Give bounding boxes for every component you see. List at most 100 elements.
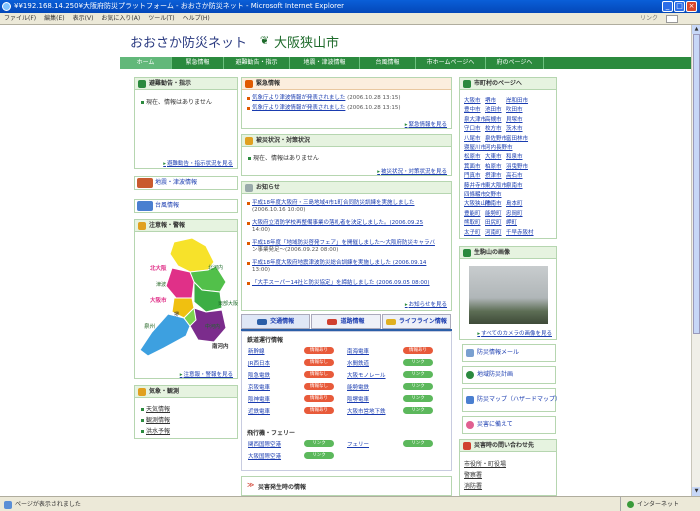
- quake-info-button[interactable]: 地震・津波情報: [134, 176, 238, 190]
- typhoon-info-button[interactable]: 台風情報: [134, 199, 238, 213]
- rail-status-badge[interactable]: 情報あり: [304, 407, 334, 414]
- city-link[interactable]: 門真市: [464, 171, 481, 179]
- evacuation-more-link[interactable]: 避難勧告・指示状況を見る: [163, 159, 233, 167]
- disaster-info-panel[interactable]: 災害発生時の情報 ≫: [241, 476, 452, 496]
- contact-link-office[interactable]: 市役所・町役場: [464, 459, 506, 468]
- menu-favorites[interactable]: お気に入り(A): [97, 13, 144, 25]
- air-link-badge[interactable]: リンク: [304, 440, 334, 447]
- map-region-senshu[interactable]: [139, 313, 191, 357]
- notice-item[interactable]: 平成18年度大阪府・三島地域4市1町合同防災訓練を実施しました (2006.10.…: [247, 200, 415, 214]
- city-link[interactable]: 枚方市: [485, 124, 502, 132]
- city-link[interactable]: 柏原市: [485, 162, 502, 170]
- rail-status-badge[interactable]: 情報なし: [304, 371, 334, 378]
- rail-status-badge[interactable]: リンク: [403, 359, 433, 366]
- city-link[interactable]: 大東市: [485, 152, 502, 160]
- contact-link-police[interactable]: 警察署: [464, 470, 482, 479]
- city-link[interactable]: 岬町: [506, 218, 517, 226]
- city-link[interactable]: 千早赤阪村: [506, 228, 534, 236]
- rail-line-name[interactable]: JR西日本: [248, 359, 270, 367]
- city-link[interactable]: 能勢町: [485, 209, 502, 217]
- city-link[interactable]: 泉佐野市: [485, 134, 507, 142]
- contact-link-fire[interactable]: 消防署: [464, 481, 482, 490]
- city-link[interactable]: 島本町: [506, 199, 523, 207]
- menu-tools[interactable]: ツール(T): [144, 13, 178, 25]
- weather-link-forecast[interactable]: 天気情報: [141, 404, 170, 413]
- rail-line-name[interactable]: 能勢電鉄: [347, 383, 369, 391]
- rail-line-name[interactable]: 近鉄電車: [248, 407, 270, 415]
- city-link[interactable]: 富田林市: [506, 134, 528, 142]
- vertical-scrollbar[interactable]: ▲ ▼: [691, 25, 700, 496]
- rail-status-badge[interactable]: 情報あり: [304, 347, 334, 354]
- hazard-map-button[interactable]: 防災マップ（ハザードマップ）: [462, 388, 561, 412]
- nav-city-home[interactable]: 市ホームページへ: [416, 57, 486, 69]
- warning-more-link[interactable]: 注意報・警報を見る: [180, 370, 233, 378]
- regional-plan-button[interactable]: 地域防災計画: [462, 366, 556, 384]
- tab-lifeline[interactable]: ライフライン情報: [381, 314, 451, 329]
- rail-status-badge[interactable]: リンク: [403, 395, 433, 402]
- city-link[interactable]: 摂津市: [485, 171, 502, 179]
- city-link[interactable]: 高槻市: [485, 115, 502, 123]
- city-link[interactable]: 藤井寺市: [464, 181, 486, 189]
- rail-line-name[interactable]: 南海電車: [347, 347, 369, 355]
- city-link[interactable]: 東大阪市: [485, 181, 507, 189]
- rail-line-name[interactable]: 水間鉄道: [347, 359, 369, 367]
- menu-help[interactable]: ヘルプ(H): [179, 13, 214, 25]
- tab-transport[interactable]: 交通情報: [241, 314, 311, 329]
- rail-line-name[interactable]: 大阪市営地下鉄: [347, 407, 386, 415]
- city-link[interactable]: 堺市: [485, 96, 496, 104]
- damage-more-link[interactable]: 被災状況・対策状況を見る: [377, 167, 447, 175]
- prepare-button[interactable]: 災害に備えて: [462, 416, 556, 434]
- city-link[interactable]: 忠岡町: [506, 209, 523, 217]
- nav-prefecture[interactable]: 府のページへ: [486, 57, 544, 69]
- rail-line-name[interactable]: 大阪モノレール: [347, 371, 386, 379]
- city-link[interactable]: 貝塚市: [506, 115, 523, 123]
- notice-item[interactable]: 平成18年度大阪府地震津波防災総合訓練を実施しました (2006.09.14 13…: [246, 260, 426, 274]
- city-link[interactable]: 八尾市: [464, 134, 481, 142]
- minimize-button[interactable]: _: [662, 1, 673, 12]
- rail-status-badge[interactable]: リンク: [403, 407, 433, 414]
- rail-line-name[interactable]: 阪神電車: [248, 395, 270, 403]
- emergency-item[interactable]: 気象庁より津波情報が発表されました (2006.10.28 13:15): [247, 105, 401, 112]
- notice-item[interactable]: 大阪府立消防学校再整備事業の落札者を決定しました。(2006.09.25 14:0…: [246, 220, 423, 234]
- air-service-name[interactable]: 大阪国際空港: [248, 452, 281, 460]
- nav-home[interactable]: ホーム: [120, 57, 172, 69]
- weather-link-observation[interactable]: 観測情報: [141, 415, 170, 424]
- city-link[interactable]: 四條畷市: [464, 190, 486, 198]
- city-link[interactable]: 守口市: [464, 124, 481, 132]
- city-link[interactable]: 高石市: [506, 171, 523, 179]
- nav-typhoon[interactable]: 台風情報: [360, 57, 416, 69]
- city-link[interactable]: 大阪市: [464, 96, 481, 104]
- site-title[interactable]: おおさか防災ネット: [130, 32, 247, 51]
- air-link-badge[interactable]: リンク: [403, 440, 433, 447]
- disaster-mail-button[interactable]: 防災情報メール: [462, 344, 556, 362]
- map-region-osaka-city[interactable]: [165, 267, 195, 299]
- city-link[interactable]: 阪南市: [485, 199, 502, 207]
- air-link-badge[interactable]: リンク: [304, 452, 334, 459]
- weather-link-flood[interactable]: 洪水予報: [141, 426, 170, 435]
- city-link[interactable]: 箕面市: [464, 162, 481, 170]
- rail-line-name[interactable]: 阪堺電車: [347, 395, 369, 403]
- notice-more-link[interactable]: お知らせを見る: [405, 300, 447, 308]
- city-link[interactable]: 羽曳野市: [506, 162, 528, 170]
- city-link[interactable]: 交野市: [485, 190, 502, 198]
- rail-line-name[interactable]: 京阪電車: [248, 383, 270, 391]
- emergency-item[interactable]: 気象庁より津波情報が発表されました (2006.10.28 13:15): [247, 95, 401, 102]
- city-link[interactable]: 吹田市: [506, 105, 523, 113]
- city-link[interactable]: 熊取町: [464, 218, 481, 226]
- city-link[interactable]: 松原市: [464, 152, 481, 160]
- scroll-up-icon[interactable]: ▲: [692, 25, 700, 34]
- rail-status-badge[interactable]: リンク: [403, 371, 433, 378]
- camera-more-link[interactable]: すべてのカメラの画像を見る: [477, 329, 552, 337]
- city-name[interactable]: 大阪狭山市: [274, 32, 339, 51]
- city-link[interactable]: 太子町: [464, 228, 481, 236]
- rail-line-name[interactable]: 新幹線: [248, 347, 265, 355]
- city-link[interactable]: 岸和田市: [506, 96, 528, 104]
- city-link[interactable]: 泉南市: [506, 181, 523, 189]
- notice-item[interactable]: 「大手スーパー14社と防災協定」を締結しました (2006.09.05 08:0…: [247, 280, 430, 287]
- air-service-name[interactable]: フェリー: [347, 440, 369, 448]
- menu-file[interactable]: ファイル(F): [0, 13, 40, 25]
- nav-quake[interactable]: 地震・津波情報: [290, 57, 360, 69]
- city-link[interactable]: 泉大津市: [464, 115, 486, 123]
- tab-road[interactable]: 道路情報: [311, 314, 381, 329]
- maximize-button[interactable]: □: [674, 1, 685, 12]
